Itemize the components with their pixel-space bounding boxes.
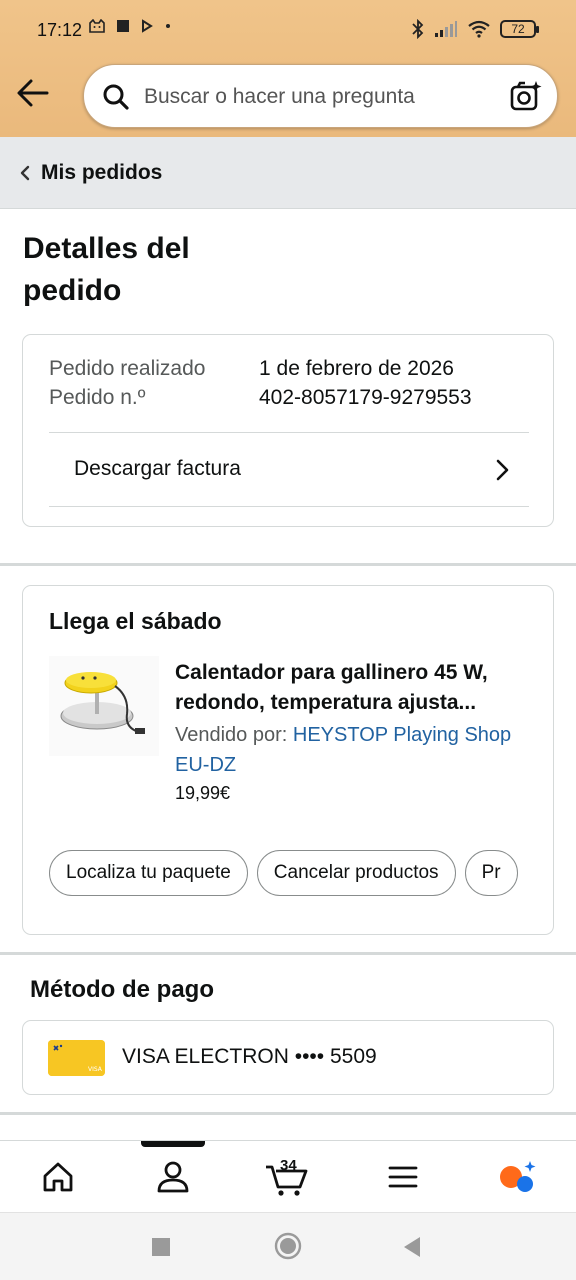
breadcrumb-label[interactable]: Mis pedidos xyxy=(41,161,162,185)
svg-text:VISA: VISA xyxy=(88,1066,103,1073)
product-price: 19,99€ xyxy=(175,783,231,803)
section-separator xyxy=(0,563,576,566)
signal-icon xyxy=(435,21,457,37)
shipment-actions: Localiza tu paquete Cancelar productos Pr xyxy=(49,850,537,898)
card-logo-icon: VISA xyxy=(48,1040,105,1076)
dot-icon xyxy=(166,24,170,28)
back-button-icon[interactable] xyxy=(402,1236,422,1258)
battery-indicator: 72 xyxy=(500,20,539,38)
section-separator xyxy=(0,1112,576,1115)
status-right-icons: 72 xyxy=(411,19,539,39)
seller-info: Vendido por: HEYSTOP Playing Shop EU-DZ xyxy=(175,720,535,780)
bluetooth-icon xyxy=(412,19,424,39)
track-package-button[interactable]: Localiza tu paquete xyxy=(49,850,248,896)
payment-method-title: Método de pago xyxy=(30,976,214,1003)
status-left-icons xyxy=(88,19,172,33)
home-icon[interactable] xyxy=(38,1157,78,1197)
search-icon xyxy=(103,84,129,110)
menu-icon[interactable] xyxy=(383,1157,423,1197)
section-separator xyxy=(0,952,576,955)
page-title: Detalles del pedido xyxy=(23,232,190,307)
bottom-navigation xyxy=(0,1140,576,1212)
arrival-status: Llega el sábado xyxy=(49,608,222,634)
cat-icon xyxy=(89,19,105,33)
payment-method-card: VISA VISA ELECTRON •••• 5509 xyxy=(22,1020,554,1095)
camera-lens-icon[interactable] xyxy=(509,79,543,113)
card-details: VISA ELECTRON •••• 5509 xyxy=(122,1045,377,1068)
status-time: 17:12 xyxy=(37,20,83,40)
chevron-right-icon xyxy=(496,459,509,481)
order-placed-label: Pedido realizado xyxy=(49,357,206,380)
system-navigation-bar xyxy=(0,1212,576,1280)
top-header: 17:12 72 xyxy=(0,0,576,137)
status-bar: 17:12 72 xyxy=(0,0,576,62)
account-icon[interactable] xyxy=(153,1157,193,1197)
product-name-line-1[interactable]: Calentador para gallinero 45 W, xyxy=(175,658,535,688)
seller-prefix: Vendido por: xyxy=(175,724,293,746)
cancel-items-button[interactable]: Cancelar productos xyxy=(256,850,456,896)
breadcrumb[interactable]: Mis pedidos xyxy=(0,137,576,209)
order-number-value: 402-8057179-9279553 xyxy=(259,386,472,409)
product-name[interactable]: Calentador para gallinero 45 W, redondo,… xyxy=(175,658,535,718)
rufus-icon[interactable] xyxy=(497,1157,537,1197)
product-image[interactable] xyxy=(49,656,159,756)
chevron-left-icon xyxy=(20,165,30,181)
wifi-icon xyxy=(468,20,490,38)
search-bar[interactable] xyxy=(83,64,558,128)
shipment-card: Llega el sábado Calentador para galliner… xyxy=(22,585,554,935)
back-arrow-icon[interactable] xyxy=(16,78,50,108)
square-notification-icon xyxy=(117,20,129,32)
download-invoice-label[interactable]: Descargar factura xyxy=(74,457,241,481)
order-info-card: Pedido realizado 1 de febrero de 2026 Pe… xyxy=(22,334,554,527)
search-input[interactable] xyxy=(144,79,494,115)
product-name-line-2[interactable]: redondo, temperatura ajusta... xyxy=(175,688,535,718)
recent-apps-icon[interactable] xyxy=(151,1237,171,1257)
download-invoice-row[interactable]: Descargar factura xyxy=(49,433,529,507)
play-notification-icon xyxy=(142,19,153,33)
more-action-button[interactable]: Pr xyxy=(464,850,518,896)
active-tab-indicator xyxy=(141,1141,205,1147)
home-button-icon[interactable] xyxy=(274,1232,302,1260)
order-number-label: Pedido n.º xyxy=(49,386,146,409)
cart-count-badge: 34 xyxy=(280,1157,297,1174)
divider xyxy=(49,506,529,507)
order-placed-value: 1 de febrero de 2026 xyxy=(259,357,454,380)
